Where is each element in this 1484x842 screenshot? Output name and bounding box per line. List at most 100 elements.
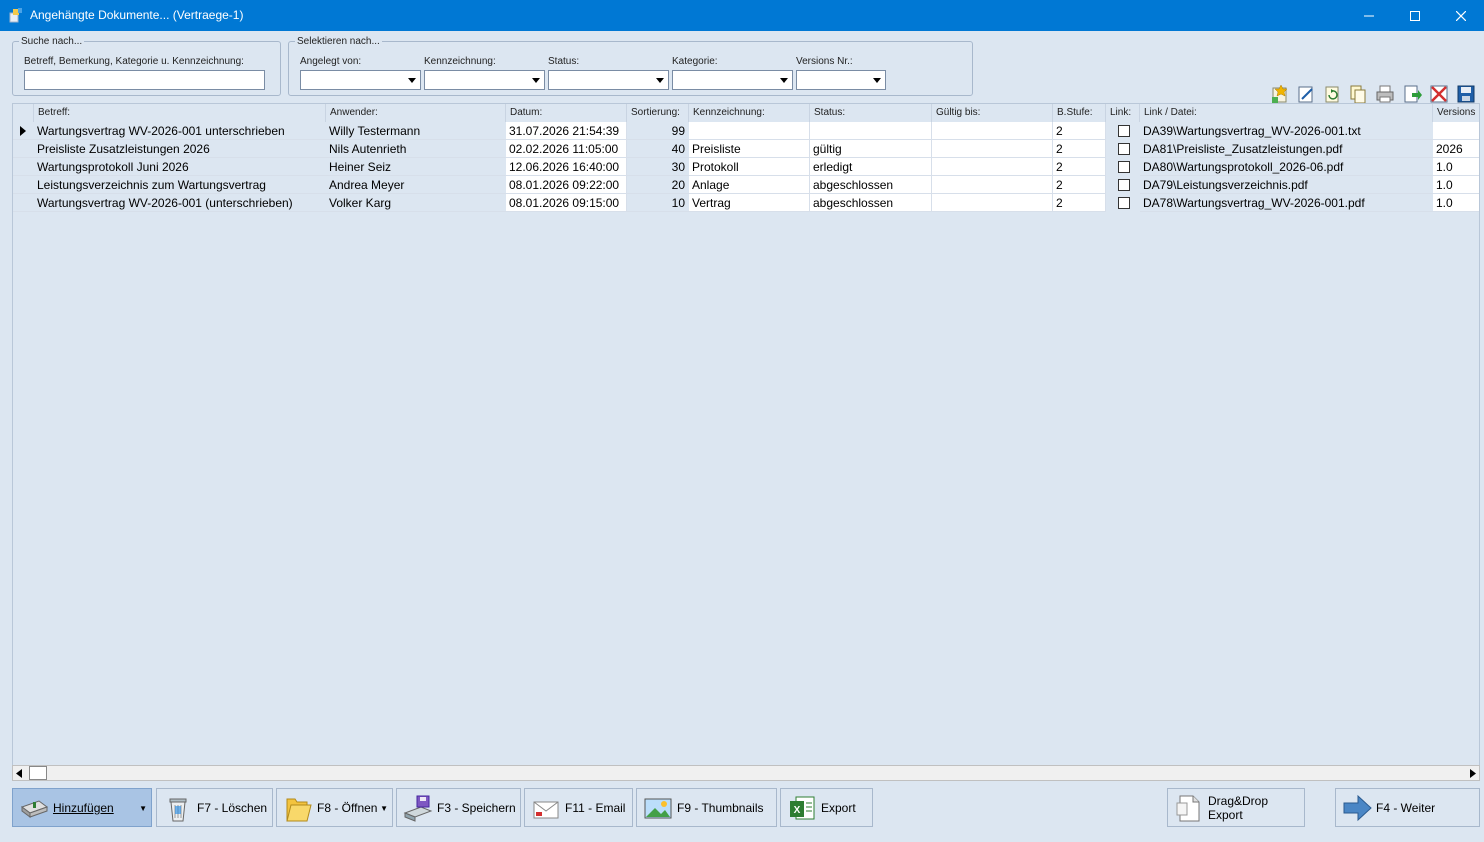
cell-sortierung[interactable]: 99: [627, 122, 689, 140]
link-checkbox[interactable]: [1118, 143, 1130, 155]
cell-betreff[interactable]: Wartungsvertrag WV-2026-001 unterschrieb…: [34, 122, 326, 140]
scroll-left-icon[interactable]: [16, 769, 22, 778]
table-row[interactable]: Wartungsprotokoll Juni 2026 Heiner Seiz …: [13, 158, 1479, 176]
cell-version[interactable]: 1.0: [1433, 176, 1479, 194]
cell-anwender[interactable]: Andrea Meyer: [326, 176, 506, 194]
link-checkbox[interactable]: [1118, 197, 1130, 209]
delete-button[interactable]: F7 - Löschen: [156, 788, 273, 827]
cell-datum[interactable]: 08.01.2026 09:15:00: [506, 194, 627, 212]
cell-betreff[interactable]: Leistungsverzeichnis zum Wartungsvertrag: [34, 176, 326, 194]
dropdown-arrow-icon[interactable]: ▼: [380, 804, 388, 813]
cell-bstufe[interactable]: 2: [1053, 122, 1106, 140]
cell-anwender[interactable]: Nils Autenrieth: [326, 140, 506, 158]
email-button[interactable]: F11 - Email: [524, 788, 633, 827]
cell-betreff[interactable]: Wartungsprotokoll Juni 2026: [34, 158, 326, 176]
cell-version[interactable]: 1.0: [1433, 158, 1479, 176]
cell-gueltig[interactable]: [932, 194, 1053, 212]
col-header-anwender[interactable]: Anwender:: [326, 104, 506, 122]
col-header-sortierung[interactable]: Sortierung:: [627, 104, 689, 122]
search-input[interactable]: [24, 70, 265, 90]
col-header-link[interactable]: Link:: [1106, 104, 1140, 122]
cell-status[interactable]: gültig: [810, 140, 932, 158]
cell-kennzeichnung[interactable]: Anlage: [689, 176, 810, 194]
thumbnails-button[interactable]: F9 - Thumbnails: [636, 788, 777, 827]
cell-gueltig[interactable]: [932, 176, 1053, 194]
cell-sortierung[interactable]: 40: [627, 140, 689, 158]
cell-datum[interactable]: 08.01.2026 09:22:00: [506, 176, 627, 194]
col-header-version[interactable]: Versions: [1433, 104, 1479, 122]
copy-icon[interactable]: [1348, 84, 1368, 104]
cell-bstufe[interactable]: 2: [1053, 140, 1106, 158]
cell-status[interactable]: erledigt: [810, 158, 932, 176]
cell-betreff[interactable]: Preisliste Zusatzleistungen 2026: [34, 140, 326, 158]
col-header-betreff[interactable]: Betreff:: [34, 104, 326, 122]
col-header-status[interactable]: Status:: [810, 104, 932, 122]
minimize-button[interactable]: [1346, 0, 1392, 31]
table-row[interactable]: Wartungsvertrag WV-2026-001 (unterschrie…: [13, 194, 1479, 212]
horizontal-scrollbar[interactable]: [12, 765, 1480, 781]
cell-datei[interactable]: DA39\Wartungsvertrag_WV-2026-001.txt: [1140, 122, 1433, 140]
cell-version[interactable]: [1433, 122, 1479, 140]
cell-kennzeichnung[interactable]: Preisliste: [689, 140, 810, 158]
add-button[interactable]: Hinzufügen ▼: [12, 788, 152, 827]
cell-sortierung[interactable]: 30: [627, 158, 689, 176]
cell-sortierung[interactable]: 10: [627, 194, 689, 212]
link-checkbox[interactable]: [1118, 161, 1130, 173]
print-icon[interactable]: [1375, 84, 1395, 104]
cell-anwender[interactable]: Heiner Seiz: [326, 158, 506, 176]
cell-datei[interactable]: DA80\Wartungsprotokoll_2026-06.pdf: [1140, 158, 1433, 176]
cell-sortierung[interactable]: 20: [627, 176, 689, 194]
cell-kennzeichnung[interactable]: Vertrag: [689, 194, 810, 212]
filter-status-dropdown[interactable]: [548, 70, 669, 90]
dragdrop-export-button[interactable]: Drag&Drop Export: [1167, 788, 1305, 827]
col-header-bstufe[interactable]: B.Stufe:: [1053, 104, 1106, 122]
cell-status[interactable]: abgeschlossen: [810, 176, 932, 194]
link-checkbox[interactable]: [1118, 125, 1130, 137]
cell-anwender[interactable]: Willy Testermann: [326, 122, 506, 140]
filter-angelegt-dropdown[interactable]: [300, 70, 421, 90]
export-button[interactable]: X Export: [780, 788, 873, 827]
cell-bstufe[interactable]: 2: [1053, 194, 1106, 212]
refresh-icon[interactable]: [1322, 84, 1342, 104]
cell-gueltig[interactable]: [932, 122, 1053, 140]
col-header-datei[interactable]: Link / Datei:: [1140, 104, 1433, 122]
cell-kennzeichnung[interactable]: Protokoll: [689, 158, 810, 176]
cell-gueltig[interactable]: [932, 140, 1053, 158]
col-header-gueltig[interactable]: Gültig bis:: [932, 104, 1053, 122]
edit-icon[interactable]: [1296, 84, 1316, 104]
cell-kennzeichnung[interactable]: [689, 122, 810, 140]
cell-datum[interactable]: 02.02.2026 11:05:00: [506, 140, 627, 158]
filter-kategorie-dropdown[interactable]: [672, 70, 793, 90]
cell-version[interactable]: 1.0: [1433, 194, 1479, 212]
cell-datum[interactable]: 12.06.2026 16:40:00: [506, 158, 627, 176]
filter-kennzeichnung-dropdown[interactable]: [424, 70, 545, 90]
cell-datei[interactable]: DA81\Preisliste_Zusatzleistungen.pdf: [1140, 140, 1433, 158]
table-row[interactable]: Leistungsverzeichnis zum Wartungsvertrag…: [13, 176, 1479, 194]
table-row[interactable]: Preisliste Zusatzleistungen 2026 Nils Au…: [13, 140, 1479, 158]
scrollbar-thumb[interactable]: [29, 766, 47, 780]
close-button[interactable]: [1438, 0, 1484, 31]
col-header-datum[interactable]: Datum:: [506, 104, 627, 122]
next-button[interactable]: F4 - Weiter: [1335, 788, 1480, 827]
filter-version-dropdown[interactable]: [796, 70, 886, 90]
cell-anwender[interactable]: Volker Karg: [326, 194, 506, 212]
cell-datei[interactable]: DA79\Leistungsverzeichnis.pdf: [1140, 176, 1433, 194]
table-row[interactable]: Wartungsvertrag WV-2026-001 unterschrieb…: [13, 122, 1479, 140]
delete-icon[interactable]: [1429, 84, 1449, 104]
cell-status[interactable]: abgeschlossen: [810, 194, 932, 212]
cell-gueltig[interactable]: [932, 158, 1053, 176]
cell-version[interactable]: 2026: [1433, 140, 1479, 158]
cell-datei[interactable]: DA78\Wartungsvertrag_WV-2026-001.pdf: [1140, 194, 1433, 212]
cell-datum[interactable]: 31.07.2026 21:54:39: [506, 122, 627, 140]
cell-betreff[interactable]: Wartungsvertrag WV-2026-001 (unterschrie…: [34, 194, 326, 212]
save-button[interactable]: F3 - Speichern: [396, 788, 521, 827]
open-button[interactable]: F8 - Öffnen ▼: [276, 788, 393, 827]
maximize-button[interactable]: [1392, 0, 1438, 31]
link-checkbox[interactable]: [1118, 179, 1130, 191]
cell-bstufe[interactable]: 2: [1053, 176, 1106, 194]
import-icon[interactable]: [1402, 84, 1422, 104]
col-header-kennzeichnung[interactable]: Kennzeichnung:: [689, 104, 810, 122]
cell-bstufe[interactable]: 2: [1053, 158, 1106, 176]
new-document-icon[interactable]: [1270, 84, 1290, 104]
save-icon[interactable]: [1456, 84, 1476, 104]
